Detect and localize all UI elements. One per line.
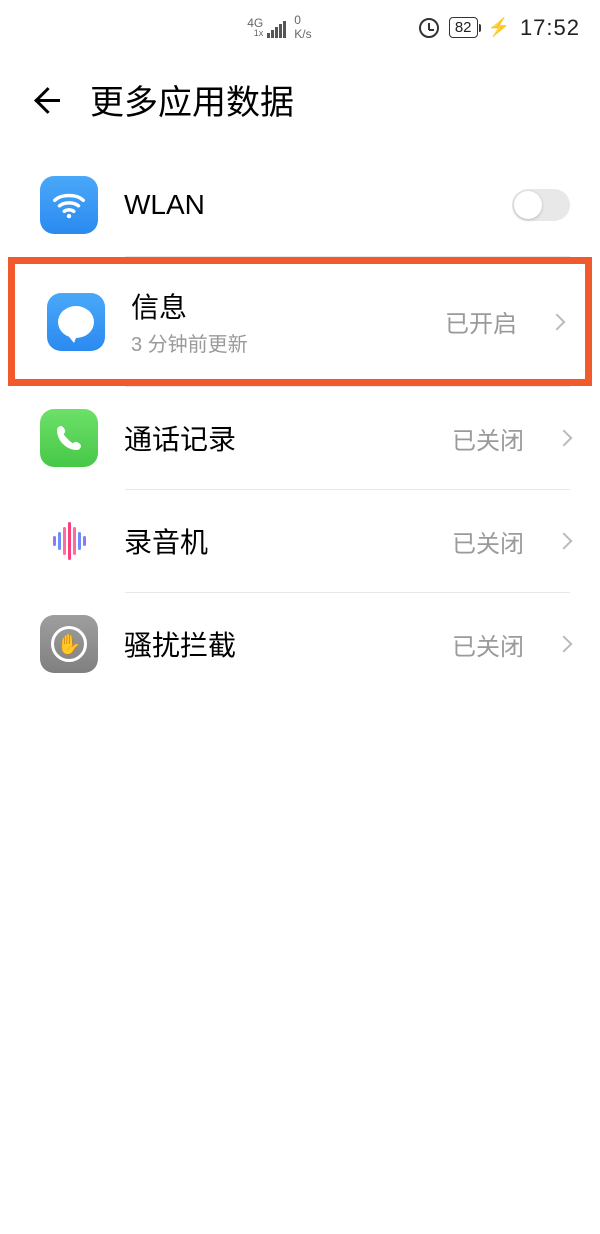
wlan-toggle[interactable] (512, 189, 570, 221)
clock: 17:52 (520, 15, 580, 41)
list-item-messages[interactable]: 信息 3 分钟前更新 已开启 (15, 264, 585, 379)
list-item-recorder[interactable]: 录音机 已关闭 (0, 490, 600, 592)
chevron-right-icon (556, 533, 573, 550)
battery-icon: 82 (449, 17, 478, 38)
item-status: 已开启 (445, 304, 517, 339)
item-title: 信息 (131, 286, 419, 326)
item-status: 已关闭 (452, 627, 524, 662)
item-status: 已关闭 (452, 421, 524, 456)
signal-bars-icon (267, 21, 286, 38)
chevron-right-icon (549, 313, 566, 330)
speed-unit: K/s (294, 28, 311, 41)
status-left: 4G 1x 0 K/s (140, 14, 419, 40)
chevron-right-icon (556, 636, 573, 653)
settings-list: WLAN 信息 3 分钟前更新 已开启 通话记录 已关闭 (0, 154, 600, 695)
phone-icon (40, 409, 98, 467)
list-item-call-log[interactable]: 通话记录 已关闭 (0, 387, 600, 489)
list-item-block[interactable]: ✋ 骚扰拦截 已关闭 (0, 593, 600, 695)
item-title: 录音机 (124, 521, 426, 561)
speed-value: 0 (294, 14, 311, 27)
highlight-box: 信息 3 分钟前更新 已开启 (8, 257, 592, 386)
status-bar: 4G 1x 0 K/s 82 ⚡ 17:52 (0, 0, 600, 55)
back-icon[interactable] (30, 85, 60, 115)
alarm-icon (419, 18, 439, 38)
block-icon: ✋ (40, 615, 98, 673)
item-status: 已关闭 (452, 524, 524, 559)
messages-icon (47, 293, 105, 351)
charging-icon: ⚡ (488, 17, 510, 38)
header: 更多应用数据 (0, 55, 600, 154)
item-title: WLAN (124, 189, 486, 221)
list-item-wlan[interactable]: WLAN (0, 154, 600, 256)
network-sub: 1x (254, 29, 264, 38)
status-right: 82 ⚡ 17:52 (419, 15, 580, 41)
page-title: 更多应用数据 (90, 75, 294, 124)
battery-level: 82 (455, 19, 472, 36)
item-title: 通话记录 (124, 418, 426, 458)
network-speed: 0 K/s (294, 14, 311, 40)
wifi-icon (40, 176, 98, 234)
recorder-icon (40, 512, 98, 570)
item-title: 骚扰拦截 (124, 624, 426, 664)
chevron-right-icon (556, 430, 573, 447)
signal-indicator: 4G 1x (247, 17, 286, 38)
item-subtitle: 3 分钟前更新 (131, 328, 419, 357)
